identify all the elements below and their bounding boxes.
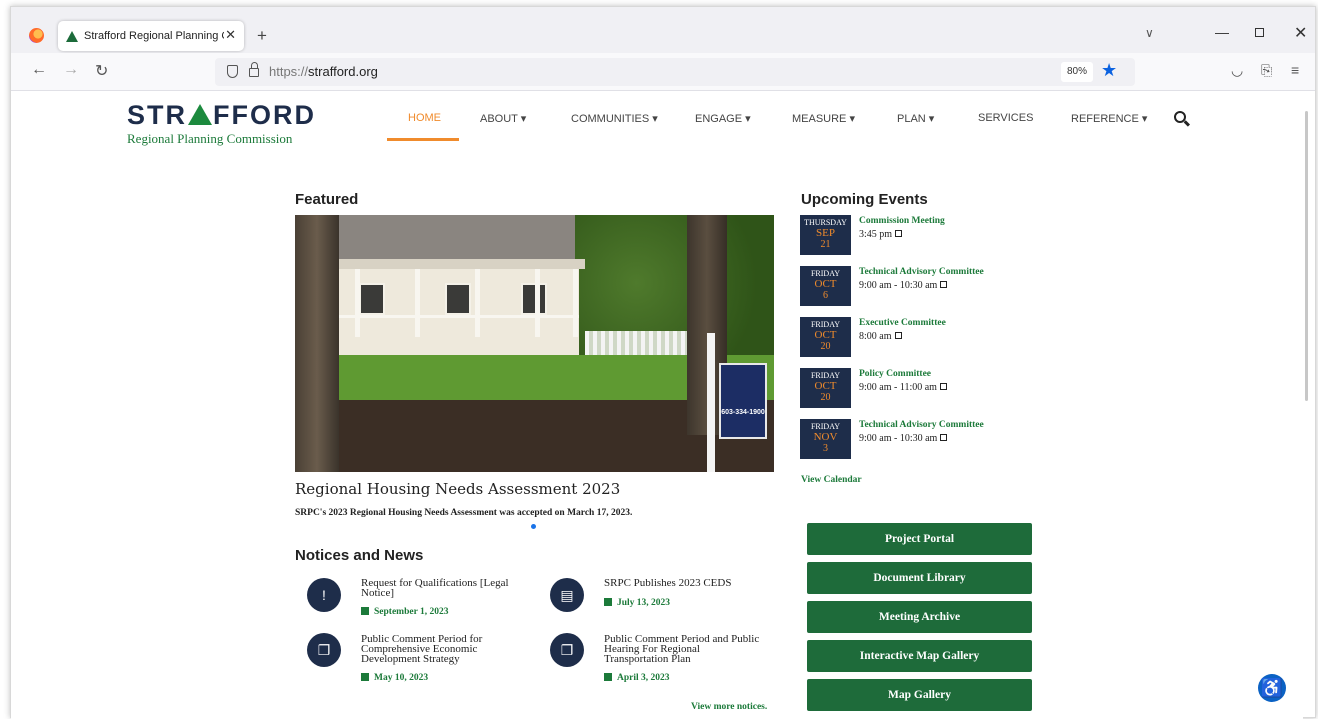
notices-heading: Notices and News — [295, 547, 424, 564]
view-more-notices-link[interactable]: View more notices. — [691, 702, 767, 712]
featured-heading: Featured — [295, 191, 359, 208]
nav-home[interactable]: HOME — [408, 112, 441, 124]
event-date-badge: FRIDAY OCT 6 — [800, 266, 851, 306]
notice-title[interactable]: Request for Qualifications [Legal Notice… — [361, 578, 521, 599]
calendar-icon — [361, 673, 369, 681]
nav-plan[interactable]: PLAN ▾ — [897, 112, 934, 125]
nav-reference[interactable]: REFERENCE ▾ — [1071, 112, 1147, 125]
event-time: 9:00 am - 10:30 am — [859, 433, 948, 444]
comments-icon: ❐ — [307, 633, 341, 667]
url-text[interactable]: https://strafford.org — [269, 64, 378, 79]
lock-icon[interactable] — [249, 62, 259, 77]
accessibility-icon[interactable]: ♿ — [1258, 674, 1286, 702]
event-time: 9:00 am - 11:00 am — [859, 382, 947, 393]
chevron-down-icon[interactable]: ∨ — [1145, 26, 1154, 40]
nav-about[interactable]: ABOUT ▾ — [480, 112, 526, 125]
external-link-icon — [940, 434, 948, 441]
comments-icon: ❐ — [550, 633, 584, 667]
event-title[interactable]: Executive Committee — [859, 318, 946, 328]
event-time: 9:00 am - 10:30 am — [859, 280, 948, 291]
featured-image[interactable]: 603-334-1900 — [295, 215, 774, 472]
pocket-icon[interactable]: ◡ — [1231, 62, 1243, 79]
event-title[interactable]: Commission Meeting — [859, 216, 945, 226]
chat-alert-icon: ! — [307, 578, 341, 612]
notice-date: April 3, 2023 — [604, 673, 670, 683]
notice-title[interactable]: Public Comment Period for Comprehensive … — [361, 634, 521, 665]
extensions-icon[interactable]: ⎘ — [1261, 62, 1272, 79]
view-calendar-link[interactable]: View Calendar — [801, 475, 862, 485]
event-time: 8:00 am — [859, 331, 902, 342]
nav-toolbar: ← → ↻ https://strafford.org 80% ★ ◡ ⎘ ≡ — [11, 53, 1315, 91]
featured-subtitle: SRPC's 2023 Regional Housing Needs Asses… — [295, 508, 633, 518]
event-time: 3:45 pm — [859, 229, 903, 240]
calendar-icon — [604, 673, 612, 681]
shield-icon[interactable] — [227, 65, 238, 78]
document-icon: ▤ — [550, 578, 584, 612]
reload-icon[interactable]: ↻ — [95, 61, 108, 81]
tree-favicon-icon — [66, 30, 78, 42]
back-icon[interactable]: ← — [31, 61, 47, 79]
calendar-icon — [361, 607, 369, 615]
tab-strip: Strafford Regional Planning Co ✕ + ∨ — ✕ — [11, 7, 1315, 53]
calendar-icon — [604, 598, 612, 606]
star-icon[interactable]: ★ — [1101, 60, 1117, 81]
event-title[interactable]: Technical Advisory Committee — [859, 420, 984, 430]
tab-title: Strafford Regional Planning Co — [84, 30, 224, 42]
site-logo[interactable]: STR FFORD — [127, 100, 316, 131]
firefox-icon[interactable] — [29, 28, 44, 43]
menu-icon[interactable]: ≡ — [1291, 62, 1299, 78]
meeting-archive-button[interactable]: Meeting Archive — [807, 601, 1032, 633]
logo-subtitle[interactable]: Regional Planning Commission — [127, 131, 292, 147]
tree-logo-icon — [188, 104, 212, 125]
realty-sign: 603-334-1900 — [719, 363, 767, 439]
tab-strafford[interactable]: Strafford Regional Planning Co ✕ — [58, 21, 244, 51]
forward-icon[interactable]: → — [63, 61, 79, 79]
events-heading: Upcoming Events — [801, 191, 928, 208]
minimize-icon[interactable]: — — [1215, 24, 1229, 40]
project-portal-button[interactable]: Project Portal — [807, 523, 1032, 555]
external-link-icon — [894, 332, 902, 339]
search-icon[interactable] — [1174, 111, 1186, 123]
web-page: STR FFORD Regional Planning Commission HO… — [11, 92, 1303, 719]
event-date-badge: THURSDAY SEP 21 — [800, 215, 851, 255]
zoom-level[interactable]: 80% — [1061, 62, 1094, 82]
notice-date: May 10, 2023 — [361, 673, 428, 683]
document-library-button[interactable]: Document Library — [807, 562, 1032, 594]
close-icon[interactable]: ✕ — [225, 27, 236, 43]
active-nav-underline — [387, 138, 459, 141]
nav-measure[interactable]: MEASURE ▾ — [792, 112, 855, 125]
carousel-dot[interactable] — [531, 524, 536, 529]
plus-icon[interactable]: + — [257, 26, 267, 46]
page-scrollbar[interactable] — [1305, 111, 1308, 401]
notice-date: September 1, 2023 — [361, 607, 449, 617]
featured-title[interactable]: Regional Housing Needs Assessment 2023 — [295, 480, 620, 498]
external-link-icon — [895, 230, 903, 237]
nav-services[interactable]: SERVICES — [978, 112, 1033, 124]
event-title[interactable]: Technical Advisory Committee — [859, 267, 984, 277]
notice-date: July 13, 2023 — [604, 598, 670, 608]
restore-icon[interactable] — [1255, 28, 1264, 37]
external-link-icon — [940, 281, 948, 288]
interactive-map-gallery-button[interactable]: Interactive Map Gallery — [807, 640, 1032, 672]
window-close-icon[interactable]: ✕ — [1294, 23, 1307, 43]
event-date-badge: FRIDAY OCT 20 — [800, 317, 851, 357]
event-date-badge: FRIDAY NOV 3 — [800, 419, 851, 459]
external-link-icon — [939, 383, 947, 390]
nav-engage[interactable]: ENGAGE ▾ — [695, 112, 751, 125]
event-title[interactable]: Policy Committee — [859, 369, 931, 379]
notice-title[interactable]: SRPC Publishes 2023 CEDS — [604, 578, 764, 589]
browser-window: Strafford Regional Planning Co ✕ + ∨ — ✕… — [10, 6, 1316, 719]
notice-title[interactable]: Public Comment Period and Public Hearing… — [604, 634, 764, 665]
map-gallery-button[interactable]: Map Gallery — [807, 679, 1032, 711]
url-bar[interactable]: https://strafford.org 80% ★ — [215, 58, 1135, 86]
event-date-badge: FRIDAY OCT 20 — [800, 368, 851, 408]
nav-communities[interactable]: COMMUNITIES ▾ — [571, 112, 658, 125]
